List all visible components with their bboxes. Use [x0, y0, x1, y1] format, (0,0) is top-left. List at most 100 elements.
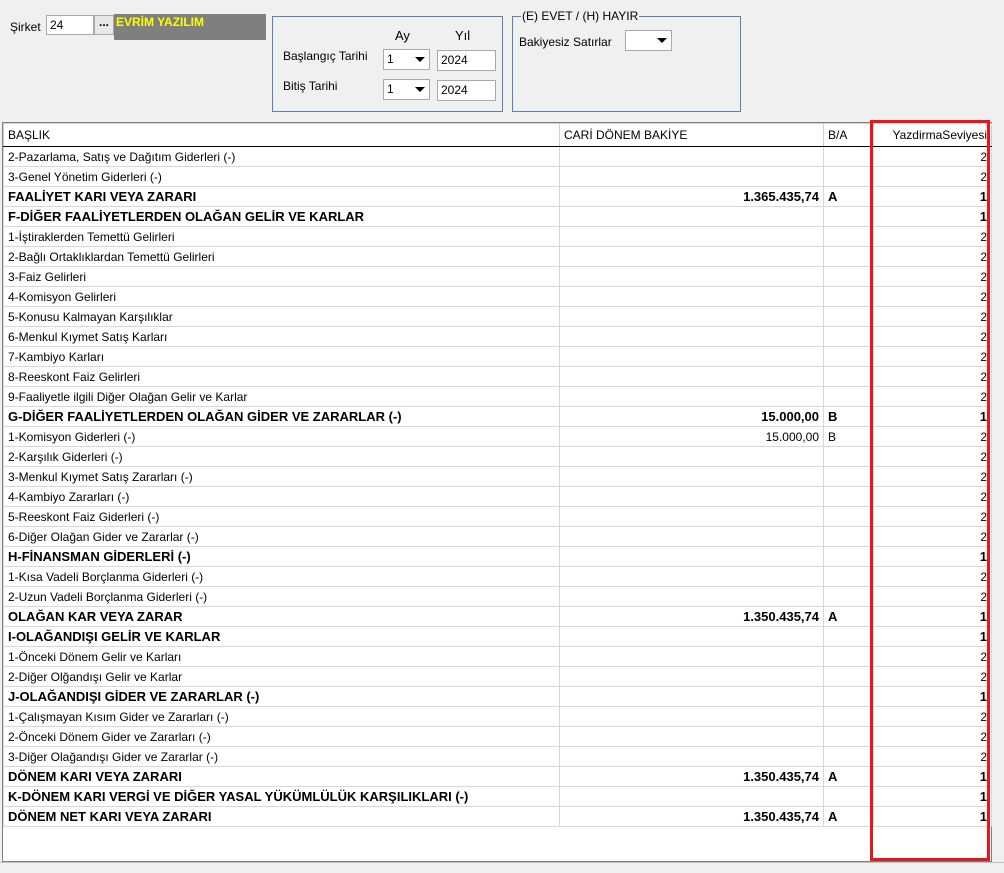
cell-ba[interactable]: A [823, 766, 874, 787]
cell-bakiye[interactable] [559, 626, 824, 647]
cell-baslik[interactable]: 3-Faiz Gelirleri [3, 266, 560, 287]
cell-bakiye[interactable] [559, 346, 824, 367]
cell-ba[interactable] [823, 286, 874, 307]
table-row[interactable]: 1-Çalışmayan Kısım Gider ve Zararları (-… [3, 706, 992, 727]
cell-baslik[interactable]: 9-Faaliyetle ilgili Diğer Olağan Gelir v… [3, 386, 560, 407]
cell-yazdirma-seviyesi[interactable]: 2 [873, 266, 992, 287]
cell-bakiye[interactable]: 1.365.435,74 [559, 186, 824, 207]
cell-yazdirma-seviyesi[interactable]: 2 [873, 486, 992, 507]
cell-ba[interactable] [823, 646, 874, 667]
cell-bakiye[interactable] [559, 686, 824, 707]
table-row[interactable]: 9-Faaliyetle ilgili Diğer Olağan Gelir v… [3, 386, 992, 407]
cell-baslik[interactable]: 6-Diğer Olağan Gider ve Zararlar (-) [3, 526, 560, 547]
cell-yazdirma-seviyesi[interactable]: 1 [873, 546, 992, 567]
cell-bakiye[interactable] [559, 666, 824, 687]
bakiyesiz-satirlar-select[interactable] [625, 30, 672, 51]
table-row[interactable]: 2-Uzun Vadeli Borçlanma Giderleri (-) 2 [3, 586, 992, 607]
cell-ba[interactable] [823, 486, 874, 507]
cell-bakiye[interactable] [559, 746, 824, 767]
cell-baslik[interactable]: 2-Bağlı Ortaklıklardan Temettü Gelirleri [3, 246, 560, 267]
cell-ba[interactable] [823, 206, 874, 227]
table-row[interactable]: 4-Kambiyo Zararları (-) 2 [3, 486, 992, 507]
cell-bakiye[interactable]: 15.000,00 [559, 426, 824, 447]
cell-baslik[interactable]: 2-Diğer Olğandışı Gelir ve Karlar [3, 666, 560, 687]
cell-ba[interactable]: A [823, 606, 874, 627]
cell-bakiye[interactable] [559, 446, 824, 467]
cell-ba[interactable]: B [823, 406, 874, 427]
table-row[interactable]: OLAĞAN KAR VEYA ZARAR 1.350.435,74 A 1 [3, 606, 992, 627]
table-row[interactable]: 6-Diğer Olağan Gider ve Zararlar (-) 2 [3, 526, 992, 547]
cell-yazdirma-seviyesi[interactable]: 1 [873, 206, 992, 227]
cell-bakiye[interactable] [559, 506, 824, 527]
cell-baslik[interactable]: 3-Menkul Kıymet Satış Zararları (-) [3, 466, 560, 487]
table-row[interactable]: 3-Genel Yönetim Giderleri (-) 2 [3, 166, 992, 187]
cell-yazdirma-seviyesi[interactable]: 2 [873, 166, 992, 187]
cell-yazdirma-seviyesi[interactable]: 2 [873, 346, 992, 367]
cell-ba[interactable]: B [823, 426, 874, 447]
cell-bakiye[interactable] [559, 206, 824, 227]
cell-bakiye[interactable] [559, 266, 824, 287]
table-row[interactable]: 1-İştiraklerden Temettü Gelirleri 2 [3, 226, 992, 247]
cell-bakiye[interactable] [559, 246, 824, 267]
cell-bakiye[interactable]: 1.350.435,74 [559, 606, 824, 627]
table-row[interactable]: 2-Bağlı Ortaklıklardan Temettü Gelirleri… [3, 246, 992, 267]
cell-baslik[interactable]: 5-Konusu Kalmayan Karşılıklar [3, 306, 560, 327]
cell-ba[interactable] [823, 226, 874, 247]
sirket-input[interactable]: 24 [46, 15, 94, 35]
cell-baslik[interactable]: 2-Pazarlama, Satış ve Dağıtım Giderleri … [3, 146, 560, 167]
table-row[interactable]: 2-Karşılık Giderleri (-) 2 [3, 446, 992, 467]
cell-baslik[interactable]: 1-Komisyon Giderleri (-) [3, 426, 560, 447]
cell-bakiye[interactable] [559, 166, 824, 187]
cell-baslik[interactable]: G-DİĞER FAALİYETLERDEN OLAĞAN GİDER VE Z… [3, 406, 560, 427]
table-row[interactable]: 1-Kısa Vadeli Borçlanma Giderleri (-) 2 [3, 566, 992, 587]
cell-baslik[interactable]: I-OLAĞANDIŞI GELİR VE KARLAR [3, 626, 560, 647]
cell-bakiye[interactable] [559, 486, 824, 507]
cell-bakiye[interactable] [559, 286, 824, 307]
cell-yazdirma-seviyesi[interactable]: 2 [873, 506, 992, 527]
cell-bakiye[interactable] [559, 566, 824, 587]
cell-yazdirma-seviyesi[interactable]: 2 [873, 366, 992, 387]
column-header-baslik[interactable]: BAŞLIK [3, 123, 560, 147]
cell-ba[interactable] [823, 566, 874, 587]
table-row[interactable]: 3-Diğer Olağandışı Gider ve Zararlar (-)… [3, 746, 992, 767]
cell-ba[interactable] [823, 466, 874, 487]
cell-yazdirma-seviyesi[interactable]: 1 [873, 806, 992, 827]
horizontal-scrollbar[interactable] [0, 862, 1004, 873]
cell-yazdirma-seviyesi[interactable]: 2 [873, 466, 992, 487]
cell-yazdirma-seviyesi[interactable]: 2 [873, 706, 992, 727]
table-row[interactable]: 2-Önceki Dönem Gider ve Zararları (-) 2 [3, 726, 992, 747]
cell-yazdirma-seviyesi[interactable]: 1 [873, 766, 992, 787]
table-row[interactable]: 1-Önceki Dönem Gelir ve Karları 2 [3, 646, 992, 667]
cell-bakiye[interactable] [559, 386, 824, 407]
cell-ba[interactable] [823, 386, 874, 407]
cell-bakiye[interactable] [559, 786, 824, 807]
cell-bakiye[interactable] [559, 466, 824, 487]
table-row[interactable]: I-OLAĞANDIŞI GELİR VE KARLAR 1 [3, 626, 992, 647]
column-header-bakiye[interactable]: CARİ DÖNEM BAKİYE [559, 123, 824, 147]
table-row[interactable]: 3-Menkul Kıymet Satış Zararları (-) 2 [3, 466, 992, 487]
cell-baslik[interactable]: OLAĞAN KAR VEYA ZARAR [3, 606, 560, 627]
table-row[interactable]: DÖNEM NET KARI VEYA ZARARI 1.350.435,74 A 1 [3, 806, 992, 827]
cell-baslik[interactable]: H-FİNANSMAN GİDERLERİ (-) [3, 546, 560, 567]
table-row[interactable]: 2-Diğer Olğandışı Gelir ve Karlar 2 [3, 666, 992, 687]
cell-ba[interactable]: A [823, 806, 874, 827]
cell-ba[interactable] [823, 366, 874, 387]
cell-yazdirma-seviyesi[interactable]: 2 [873, 526, 992, 547]
cell-baslik[interactable]: 5-Reeskont Faiz Giderleri (-) [3, 506, 560, 527]
cell-ba[interactable] [823, 246, 874, 267]
table-row[interactable]: 5-Konusu Kalmayan Karşılıklar 2 [3, 306, 992, 327]
cell-baslik[interactable]: 1-İştiraklerden Temettü Gelirleri [3, 226, 560, 247]
table-row[interactable]: F-DİĞER FAALİYETLERDEN OLAĞAN GELİR VE K… [3, 206, 992, 227]
cell-ba[interactable] [823, 346, 874, 367]
cell-yazdirma-seviyesi[interactable]: 2 [873, 306, 992, 327]
cell-baslik[interactable]: J-OLAĞANDIŞI GİDER VE ZARARLAR (-) [3, 686, 560, 707]
cell-ba[interactable] [823, 446, 874, 467]
cell-bakiye[interactable]: 1.350.435,74 [559, 806, 824, 827]
cell-bakiye[interactable] [559, 526, 824, 547]
table-row[interactable]: FAALİYET KARI VEYA ZARARI 1.365.435,74 A 1 [3, 186, 992, 207]
table-row[interactable]: DÖNEM KARI VEYA ZARARI 1.350.435,74 A 1 [3, 766, 992, 787]
cell-ba[interactable] [823, 586, 874, 607]
table-row[interactable]: 8-Reeskont Faiz Gelirleri 2 [3, 366, 992, 387]
cell-ba[interactable] [823, 546, 874, 567]
cell-yazdirma-seviyesi[interactable]: 2 [873, 586, 992, 607]
